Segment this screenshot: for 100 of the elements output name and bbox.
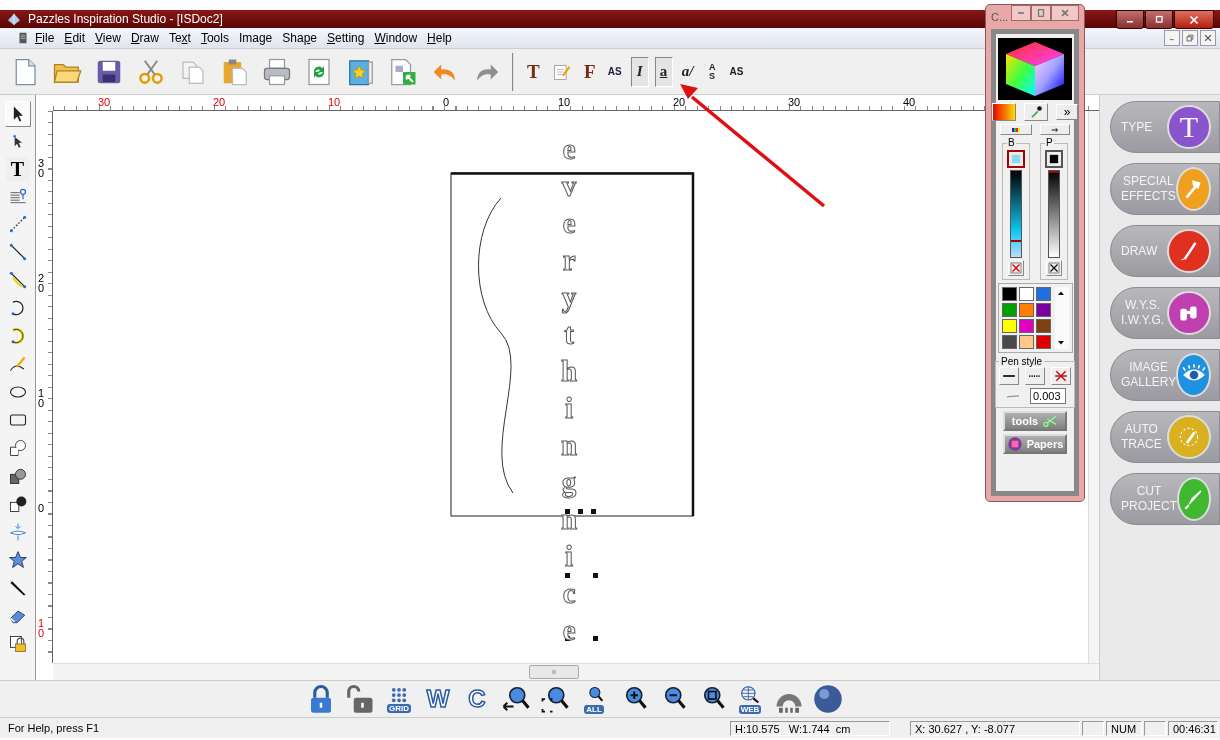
outline-letter[interactable]: h [561, 353, 578, 390]
menu-item[interactable]: Shape [277, 31, 323, 45]
outline-letter[interactable]: n [561, 427, 578, 464]
zoom-back-icon[interactable] [501, 684, 531, 714]
text-style-button[interactable]: AS [726, 56, 747, 87]
menu-item[interactable]: Help [422, 31, 457, 45]
unlock-icon[interactable] [345, 684, 375, 714]
menu-item[interactable]: Text [163, 31, 196, 45]
restore-icon[interactable] [1153, 13, 1165, 26]
close-icon[interactable] [1060, 8, 1070, 18]
ruler-label: 10 [38, 388, 45, 408]
pen-style-label: Pen style [1000, 356, 1044, 367]
outline-letter[interactable]: r [562, 242, 576, 279]
outline-letter[interactable]: g [561, 464, 577, 501]
dot-grid-icon[interactable] [389, 685, 409, 704]
more-button[interactable]: » [1056, 104, 1078, 120]
globe-icon[interactable] [813, 684, 843, 714]
outline-letter[interactable]: e [562, 131, 576, 168]
menu-item[interactable]: File [30, 31, 60, 45]
ruler-label: 30 [38, 158, 45, 178]
ruler-label: 0 [443, 97, 450, 108]
color-swatch[interactable] [1018, 335, 1034, 349]
paper-stack-icon[interactable] [1006, 436, 1023, 452]
close-icon[interactable] [1188, 13, 1200, 26]
scissors-icon[interactable] [1042, 413, 1059, 429]
status-help-text: For Help, press F1 [7, 722, 101, 734]
outline-letter[interactable]: c [562, 575, 576, 612]
printer-icon[interactable] [262, 56, 292, 87]
restore-button[interactable] [1145, 10, 1173, 29]
paint-color-swatch[interactable] [1045, 150, 1063, 168]
text-style-button[interactable]: F [580, 56, 599, 87]
color-swatch[interactable] [1035, 287, 1051, 301]
ruler-label: 30 [788, 97, 801, 108]
color-swatch[interactable] [1018, 287, 1034, 301]
color-swatch[interactable] [1035, 303, 1051, 317]
text-style-button[interactable]: a [654, 56, 673, 87]
color-swatch[interactable] [1001, 287, 1017, 301]
ruler-label: 20 [213, 97, 226, 108]
text-style-button[interactable]: T [524, 56, 543, 87]
outline-letter[interactable]: v [561, 168, 577, 205]
menu-item[interactable]: Window [369, 31, 423, 45]
globe-magnifier-icon[interactable] [738, 684, 762, 705]
minimize-button[interactable] [1116, 10, 1144, 29]
outline-letter[interactable]: y [561, 279, 577, 316]
vertical-scrollbar[interactable] [1088, 111, 1099, 663]
maximize-button[interactable] [1031, 5, 1051, 21]
app-icon [6, 11, 22, 27]
grid-button[interactable]: GRID [384, 684, 414, 714]
swatch-scrollbar[interactable] [1054, 287, 1069, 349]
outline-letter[interactable]: e [562, 612, 576, 649]
eyedropper-icon[interactable] [1029, 105, 1043, 119]
color-swatch[interactable] [1001, 303, 1017, 317]
ruler-label: 0 [38, 503, 45, 513]
letter-spacing-button[interactable]: AS [604, 56, 625, 87]
outline-letter[interactable]: e [562, 205, 576, 242]
gradient-fill-button[interactable] [992, 103, 1016, 121]
border-color-slider[interactable] [1010, 170, 1022, 258]
line-width-field[interactable]: 0.003 [1030, 388, 1066, 404]
eyedropper-button[interactable] [1024, 103, 1048, 121]
menu-item[interactable]: View [90, 31, 126, 45]
color-swatch[interactable] [1035, 335, 1051, 349]
zoom-all-button[interactable]: ALL [579, 684, 609, 714]
close-button[interactable] [1174, 10, 1214, 29]
curve-shape[interactable] [478, 197, 514, 494]
panel-button[interactable]: TYPE T [1110, 101, 1220, 153]
import-icon[interactable] [388, 56, 418, 87]
color-swatch[interactable] [1035, 319, 1051, 333]
border-color-label: B [1007, 138, 1016, 148]
maximize-icon[interactable] [1036, 8, 1046, 18]
color-swatch[interactable] [1018, 303, 1034, 317]
ruler-label: 40 [903, 97, 916, 108]
color-cube-picker[interactable] [998, 38, 1072, 100]
outline-letter[interactable]: t [564, 316, 574, 353]
menu-item[interactable]: Setting [322, 31, 370, 45]
text-tool[interactable]: T [5, 157, 30, 181]
border-color-swatch[interactable] [1007, 150, 1025, 168]
horizontal-scrollbar[interactable] [53, 663, 1099, 680]
outline-letter[interactable]: i [565, 390, 574, 427]
color-swatch[interactable] [1001, 319, 1017, 333]
position-readout: X: 30.627 , Y: -8.077 [910, 720, 1080, 736]
slider-thumb[interactable] [1011, 239, 1021, 242]
text-style-button[interactable]: a/ [678, 56, 697, 87]
menu-item[interactable]: Tools [195, 31, 234, 45]
menu-item[interactable]: Image [233, 31, 278, 45]
swatch-icon[interactable] [1011, 154, 1021, 164]
text-style-button[interactable]: I [630, 56, 649, 87]
paint-color-slider[interactable] [1048, 170, 1060, 258]
status-pane [1082, 720, 1104, 736]
web-button[interactable]: WEB [735, 684, 765, 714]
vertical-text-button[interactable]: AS [702, 56, 721, 87]
swatch-icon[interactable] [1049, 154, 1059, 164]
zoom-selection-icon[interactable] [540, 684, 570, 714]
ruler-label: 10 [38, 618, 45, 638]
menu-item[interactable]: Edit [59, 31, 91, 45]
arrow-button[interactable] [1040, 124, 1070, 135]
color-swatch[interactable] [1018, 319, 1034, 333]
color-swatch[interactable] [1001, 335, 1017, 349]
menu-item[interactable]: Draw [125, 31, 164, 45]
scroll-thumb[interactable] [529, 665, 579, 679]
outline-letter[interactable]: i [565, 538, 574, 575]
